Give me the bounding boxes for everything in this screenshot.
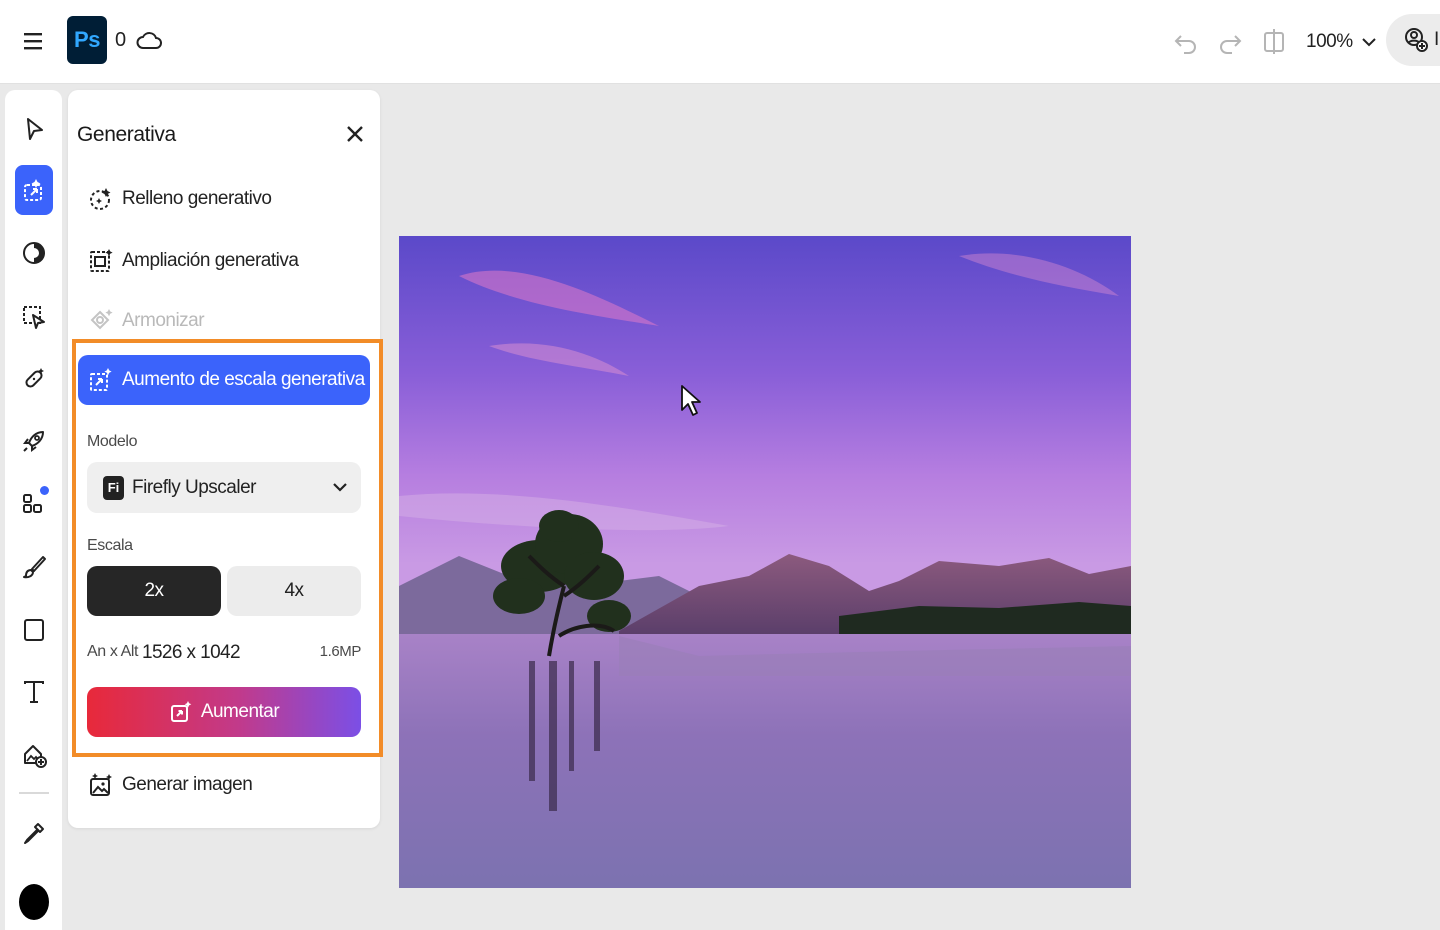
top-bar: Ps 0 100% In [0, 0, 1440, 84]
brush-tool[interactable] [15, 542, 53, 592]
invite-button[interactable]: In [1386, 14, 1440, 66]
scale-label: Escala [87, 537, 133, 554]
adjustments-tool[interactable] [15, 228, 53, 278]
chevron-down-icon [333, 483, 347, 492]
add-user-icon [1402, 26, 1430, 54]
generative-fill-label: Relleno generativo [122, 188, 272, 209]
cloud-icon[interactable] [135, 26, 163, 54]
generative-panel: Generativa Relleno generativo Ampliación… [68, 90, 380, 828]
harmonize-icon [90, 309, 113, 330]
notification-dot [40, 486, 49, 495]
generative-upscale-label: Aumento de escala generativa [122, 369, 365, 390]
selection-icon [23, 306, 45, 329]
model-label: Modelo [87, 433, 138, 450]
heal-tool[interactable] [15, 354, 53, 404]
add-image-tool[interactable] [15, 730, 53, 780]
eyedropper-tool[interactable] [15, 808, 53, 858]
undo-icon[interactable] [1172, 27, 1200, 55]
canvas-image[interactable] [399, 236, 1131, 888]
photoshop-logo[interactable]: Ps [67, 16, 107, 64]
adjustments-icon [23, 242, 45, 264]
foreground-color-swatch[interactable] [19, 884, 49, 920]
scale-4x-button[interactable]: 4x [227, 566, 361, 616]
upscale-button[interactable]: Aumentar [87, 687, 361, 737]
close-panel-button[interactable] [344, 123, 366, 145]
text-tool[interactable] [15, 667, 53, 717]
generative-fill-icon [90, 188, 111, 210]
generative-fill-item[interactable]: Relleno generativo [78, 174, 370, 224]
generative-upscale-icon [90, 368, 112, 391]
invite-label: In [1434, 29, 1440, 50]
compare-icon[interactable] [1260, 27, 1288, 55]
brush-icon [23, 556, 46, 579]
select-tool[interactable] [15, 104, 53, 154]
dimensions-row: An x Alt 1526 x 1042 1.6MP [87, 642, 361, 666]
generative-icon [24, 179, 42, 201]
model-value: Firefly Upscaler [132, 476, 256, 498]
generative-tool[interactable] [15, 165, 53, 215]
chevron-down-icon [1361, 38, 1376, 47]
redo-icon[interactable] [1216, 27, 1244, 55]
shape-tool[interactable] [15, 605, 53, 655]
close-icon [347, 126, 363, 142]
panel-title: Generativa [77, 123, 176, 146]
heal-icon [25, 368, 44, 388]
megapixels-value: 1.6MP [319, 643, 362, 660]
add-image-icon [24, 745, 47, 768]
upscale-icon [170, 701, 192, 722]
generate-image-icon [90, 773, 112, 796]
generative-upscale-item[interactable]: Aumento de escala generativa [78, 355, 370, 405]
zoom-value: 100% [1306, 31, 1353, 52]
selection-tool[interactable] [15, 292, 53, 342]
harmonize-label: Armonizar [122, 310, 205, 331]
eyedropper-icon [24, 823, 44, 844]
dimensions-value: 1526 x 1042 [142, 642, 241, 663]
toolbar-divider [19, 792, 49, 794]
model-dropdown[interactable]: Fi Firefly Upscaler [87, 462, 361, 513]
scale-2x-button[interactable]: 2x [87, 566, 221, 616]
upscale-button-label: Aumentar [200, 701, 280, 722]
generative-expand-icon [90, 249, 113, 272]
cloud-document-count: 0 [115, 29, 127, 51]
dimensions-label: An x Alt [87, 643, 139, 660]
lake-tree-photo [399, 236, 1131, 888]
tool-bar [5, 90, 62, 930]
zoom-dropdown[interactable]: 100% [1306, 26, 1377, 58]
rocket-icon [23, 431, 44, 452]
harmonize-item[interactable]: Armonizar [78, 296, 370, 346]
quick-actions-tool[interactable] [15, 416, 53, 466]
select-icon [27, 118, 43, 140]
generative-expand-label: Ampliación generativa [122, 250, 299, 271]
shape-icon [24, 619, 44, 641]
text-icon [24, 681, 44, 703]
generate-image-item[interactable]: Generar imagen [78, 760, 370, 810]
menu-icon[interactable] [22, 27, 46, 55]
firefly-icon: Fi [103, 475, 124, 500]
generative-expand-item[interactable]: Ampliación generativa [78, 236, 370, 286]
generate-image-label: Generar imagen [122, 774, 253, 795]
add-ons-tool[interactable] [15, 478, 53, 528]
